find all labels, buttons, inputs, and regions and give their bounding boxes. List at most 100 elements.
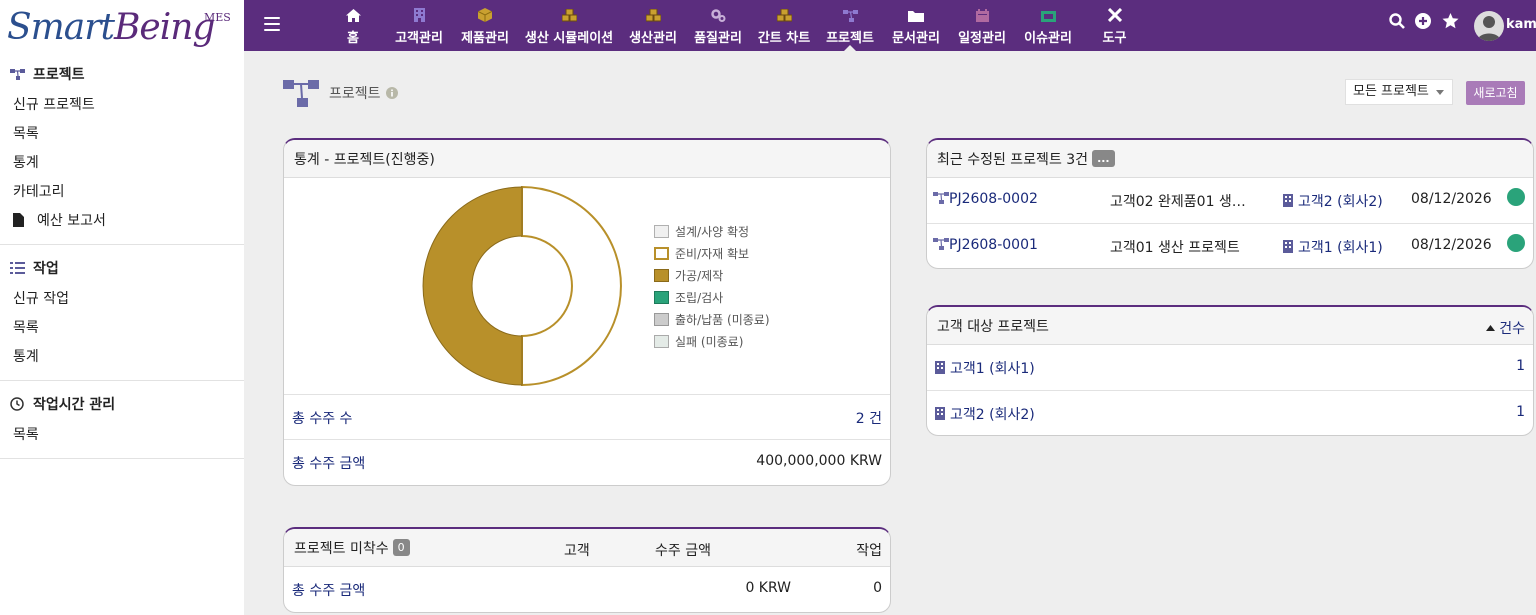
sitemap-icon (842, 10, 858, 22)
unstarted-total-row: 총 수주 금액 0 KRW 0 (284, 567, 890, 611)
legend-swatch (654, 268, 669, 282)
legend-swatch (654, 224, 669, 238)
unstarted-total-label[interactable]: 총 수주 금액 (292, 580, 365, 600)
recent-project-list: PJ2608-0002 고객02 완제품01 생… 고객2 (회사2) 08/12/2… (927, 178, 1533, 268)
nav-tools[interactable]: 도구 (1101, 0, 1128, 51)
unstarted-title: 프로젝트 미착수 (294, 540, 389, 557)
status-dot (1507, 188, 1525, 206)
info-icon[interactable] (385, 87, 398, 99)
total-amount-label[interactable]: 총 수주 금액 (292, 453, 365, 473)
nav-gantt[interactable]: 간트 차트 (757, 0, 811, 51)
user-avatar-icon (1477, 16, 1501, 41)
customer-link[interactable]: 고객2 (회사2) (935, 404, 1035, 424)
tools-icon (1107, 8, 1122, 22)
customer-panel-header: 고객 대상 프로젝트 건수 (927, 307, 1533, 345)
legend-swatch (654, 246, 669, 260)
unstarted-total-amount: 0 KRW (745, 580, 791, 596)
nav-production-simulation[interactable]: 생산 시뮬레이션 (525, 0, 613, 51)
unstarted-total-task: 0 (873, 580, 882, 596)
avatar[interactable] (1474, 11, 1504, 41)
stats-chart-area: 설계/사양 확정 준비/자재 확보 가공/제작 조립/검사 출하/납품 (미종료) 실패 … (284, 178, 890, 394)
star-icon[interactable] (1442, 13, 1459, 29)
customer-link[interactable]: 고객1 (회사1) (1283, 237, 1383, 257)
sidebar-item-categories[interactable]: 카테고리 (0, 176, 244, 205)
menu-toggle-icon[interactable] (264, 17, 280, 31)
recent-projects-panel: 최근 수정된 프로젝트 3건 ... PJ2608-0002 고객02 완제품01… (926, 138, 1534, 269)
sitemap-icon (933, 238, 949, 250)
logo[interactable]: SmartBeing MES (0, 0, 244, 51)
nav-products[interactable]: 제품관리 (460, 0, 510, 51)
page-title: 프로젝트 (329, 86, 381, 102)
brand-suffix: MES (204, 11, 231, 24)
nav-issues[interactable]: 이슈관리 (1023, 0, 1073, 51)
project-filter-select[interactable]: 모든 프로젝트 (1345, 79, 1453, 105)
project-ref-link[interactable]: PJ2608-0001 (933, 237, 1038, 253)
search-icon[interactable] (1389, 13, 1405, 29)
username[interactable]: kame (1506, 17, 1536, 32)
project-label: 고객02 완제품01 생… (1110, 194, 1246, 210)
sitemap-icon (9, 68, 25, 80)
nav-documents[interactable]: 문서관리 (891, 0, 941, 51)
stats-panel-title: 통계 - 프로젝트(진행중) (284, 140, 890, 178)
nav-customers[interactable]: 고객관리 (394, 0, 444, 51)
project-date: 08/12/2026 (1411, 191, 1492, 207)
customer-link[interactable]: 고객1 (회사1) (935, 358, 1035, 378)
add-icon[interactable] (1415, 13, 1431, 29)
stats-panel: 통계 - 프로젝트(진행중) 설계/사양 확정 준비/자재 확보 가공/제작 조립/검… (283, 138, 891, 486)
sidebar-heading-tasks[interactable]: 작업 (0, 253, 244, 283)
total-orders-value[interactable]: 2 건 (856, 408, 882, 428)
nav-quality[interactable]: 품질관리 (693, 0, 743, 51)
sidebar-item-project-stats[interactable]: 통계 (0, 147, 244, 176)
project-label: 고객01 생산 프로젝트 (1110, 240, 1240, 256)
sidebar-item-task-stats[interactable]: 통계 (0, 341, 244, 370)
legend-item: 조립/검사 (654, 289, 723, 305)
sidebar-item-timesheet-list[interactable]: 목록 (0, 419, 244, 448)
sidebar-item-budget-report[interactable]: 예산 보고서 (0, 205, 244, 234)
nav-production[interactable]: 생산관리 (628, 0, 678, 51)
col-order-amount: 수주 금액 (655, 543, 711, 559)
total-orders-label[interactable]: 총 수주 수 (292, 408, 352, 428)
sort-up-icon (1486, 325, 1496, 331)
sidebar-heading-timesheet[interactable]: 작업시간 관리 (0, 389, 244, 419)
customer-link[interactable]: 고객2 (회사2) (1283, 191, 1383, 211)
donut-slice[interactable] (521, 185, 622, 387)
nav-home[interactable]: 홈 (342, 0, 364, 51)
project-sitemap-icon (283, 80, 319, 107)
sidebar-section-timesheet: 작업시간 관리 목록 (0, 389, 244, 459)
sidebar-item-new-task[interactable]: 신규 작업 (0, 283, 244, 312)
legend-item: 실패 (미종료) (654, 333, 743, 349)
sidebar-item-project-list[interactable]: 목록 (0, 118, 244, 147)
refresh-button[interactable]: 새로고침 (1466, 81, 1525, 105)
legend-item: 가공/제작 (654, 267, 723, 283)
brand-name: SmartBeing (7, 7, 215, 48)
building-icon (935, 407, 945, 420)
clock-icon (10, 397, 24, 411)
col-customer: 고객 (564, 543, 590, 559)
cube-icon (478, 8, 492, 22)
project-date: 08/12/2026 (1411, 237, 1492, 253)
sort-by-count[interactable]: 건수 (1486, 318, 1525, 338)
project-ref-link[interactable]: PJ2608-0002 (933, 191, 1038, 207)
legend-item: 출하/납품 (미종료) (654, 311, 770, 327)
more-button[interactable]: ... (1092, 150, 1115, 167)
recent-title: 최근 수정된 프로젝트 3건 (937, 151, 1089, 168)
customer-project-count[interactable]: 1 (1516, 358, 1525, 374)
nav-schedule[interactable]: 일정관리 (957, 0, 1007, 51)
building-icon (413, 8, 425, 22)
sidebar-heading-projects[interactable]: 프로젝트 (0, 59, 244, 89)
unstarted-panel-header: 프로젝트 미착수 0 고객 수주 금액 작업 (284, 529, 890, 567)
total-amount-value: 400,000,000 KRW (756, 453, 882, 469)
customer-project-count[interactable]: 1 (1516, 404, 1525, 420)
donut-slice[interactable] (422, 186, 523, 386)
customer-panel-title: 고객 대상 프로젝트 (937, 318, 1049, 335)
recent-project-row: PJ2608-0001 고객01 생산 프로젝트 고객1 (회사1) 08/12/20… (927, 223, 1533, 268)
top-navigation: 홈 고객관리 제품관리 생산 시뮬레이션 생산관리 품질관리 간트 차트 프로젝… (244, 0, 1536, 51)
ticket-icon (1040, 11, 1056, 22)
chevron-down-icon (1436, 90, 1444, 95)
sidebar-item-new-project[interactable]: 신규 프로젝트 (0, 89, 244, 118)
sidebar-item-task-list[interactable]: 목록 (0, 312, 244, 341)
nav-projects[interactable]: 프로젝트 (825, 0, 875, 51)
col-task: 작업 (856, 543, 882, 559)
home-icon (345, 9, 361, 22)
unstarted-count-badge: 0 (392, 539, 410, 556)
